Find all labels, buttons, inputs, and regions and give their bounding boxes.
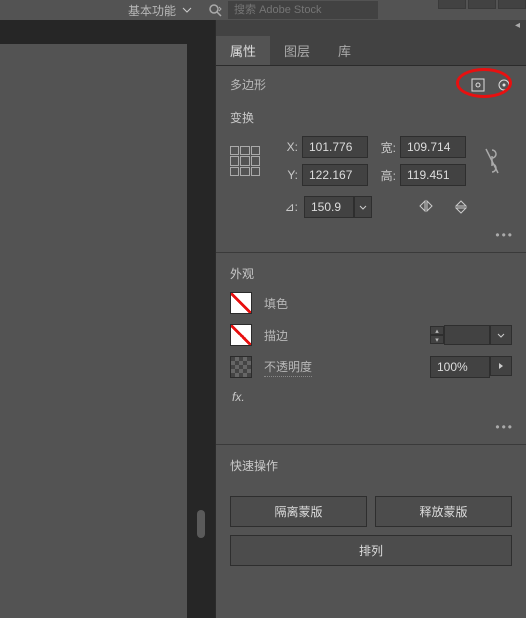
transform-more-button[interactable]: ••• bbox=[216, 222, 526, 248]
fill-label: 填色 bbox=[264, 295, 288, 312]
stroke-swatch[interactable] bbox=[230, 324, 252, 346]
stroke-label: 描边 bbox=[264, 327, 288, 344]
x-input[interactable] bbox=[302, 136, 368, 158]
divider bbox=[216, 444, 526, 445]
screen-mode-icon[interactable] bbox=[468, 0, 496, 9]
flip-vertical-icon[interactable] bbox=[454, 199, 468, 215]
transform-section-title: 变换 bbox=[230, 109, 512, 126]
opacity-swatch[interactable] bbox=[230, 356, 252, 378]
stroke-width-up[interactable]: ▴ bbox=[430, 326, 444, 335]
tab-libraries[interactable]: 库 bbox=[324, 36, 365, 65]
angle-input[interactable] bbox=[304, 196, 354, 218]
height-label: 高: bbox=[374, 167, 396, 184]
height-input[interactable] bbox=[400, 164, 466, 186]
stroke-width-input[interactable] bbox=[444, 325, 490, 345]
appearance-more-button[interactable]: ••• bbox=[216, 414, 526, 440]
x-label: X: bbox=[276, 140, 298, 154]
tab-properties[interactable]: 属性 bbox=[216, 36, 270, 65]
close-icon[interactable] bbox=[498, 0, 526, 9]
fill-swatch[interactable] bbox=[230, 292, 252, 314]
reference-point-grid[interactable] bbox=[230, 146, 260, 176]
divider bbox=[216, 252, 526, 253]
arrange-docs-icon[interactable] bbox=[438, 0, 466, 9]
angle-dropdown[interactable] bbox=[354, 196, 372, 218]
stroke-profile-dropdown[interactable] bbox=[490, 325, 512, 345]
width-input[interactable] bbox=[400, 136, 466, 158]
live-shape-icon[interactable] bbox=[470, 77, 486, 93]
arrange-button[interactable]: 排列 bbox=[230, 535, 512, 566]
scrollbar-thumb[interactable] bbox=[197, 510, 205, 538]
opacity-label: 不透明度 bbox=[264, 358, 312, 377]
y-label: Y: bbox=[276, 168, 298, 182]
canvas[interactable] bbox=[0, 44, 187, 618]
search-icon[interactable] bbox=[208, 3, 222, 17]
panel-collapse-tab[interactable] bbox=[216, 20, 526, 36]
opacity-dropdown[interactable] bbox=[490, 356, 512, 376]
y-input[interactable] bbox=[302, 164, 368, 186]
opacity-input[interactable] bbox=[430, 356, 490, 378]
chevron-down-icon[interactable] bbox=[182, 7, 192, 13]
fx-label[interactable]: fx. bbox=[230, 388, 512, 410]
workspace-label[interactable]: 基本功能 bbox=[128, 2, 176, 19]
stroke-width-down[interactable]: ▾ bbox=[430, 335, 444, 344]
search-input[interactable] bbox=[228, 1, 378, 19]
quick-actions-title: 快速操作 bbox=[230, 457, 512, 474]
flip-horizontal-icon[interactable] bbox=[418, 199, 434, 215]
shape-type-label: 多边形 bbox=[230, 76, 266, 93]
canvas-area[interactable] bbox=[0, 20, 215, 618]
tab-layers[interactable]: 图层 bbox=[270, 36, 324, 65]
width-label: 宽: bbox=[374, 139, 396, 156]
target-icon[interactable] bbox=[496, 77, 512, 93]
link-wh-icon[interactable] bbox=[483, 146, 501, 176]
angle-label: ⊿: bbox=[276, 200, 298, 214]
appearance-section-title: 外观 bbox=[230, 265, 512, 282]
release-mask-button[interactable]: 释放蒙版 bbox=[375, 496, 512, 527]
isolate-mask-button[interactable]: 隔离蒙版 bbox=[230, 496, 367, 527]
